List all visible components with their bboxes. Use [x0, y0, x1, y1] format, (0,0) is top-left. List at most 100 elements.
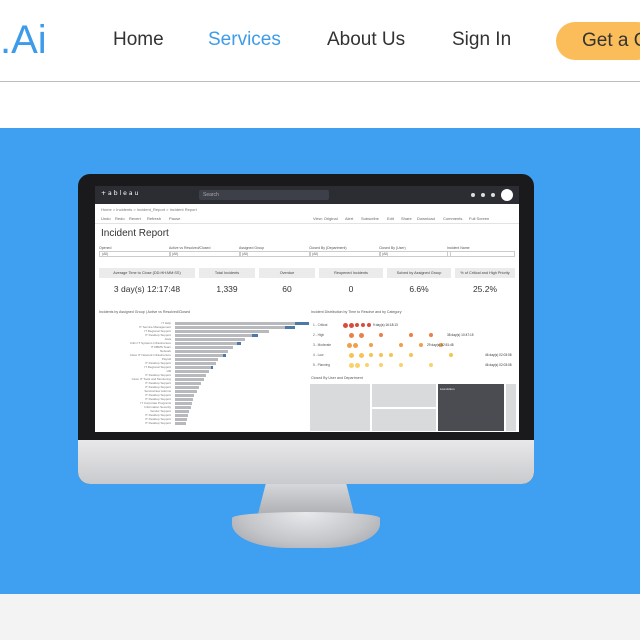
treemap-title: Closed By User and Department	[311, 376, 363, 380]
priority-dot[interactable]	[355, 363, 360, 368]
treemap-cell-highlight[interactable]: Low Action	[437, 383, 505, 432]
toolbar-undo[interactable]: Undo	[101, 216, 111, 221]
priority-dot[interactable]	[347, 343, 352, 348]
priority-dot[interactable]	[359, 353, 364, 358]
toolbar-comments[interactable]: Comments	[443, 216, 462, 221]
toolbar-download[interactable]: Download	[417, 216, 435, 221]
priority-dot[interactable]	[429, 333, 433, 337]
bar[interactable]	[175, 422, 186, 425]
treemap-cell[interactable]	[505, 383, 517, 432]
toolbar-share[interactable]: Share	[401, 216, 412, 221]
bar[interactable]	[175, 390, 197, 393]
priority-dot[interactable]	[449, 353, 453, 357]
priority-dot[interactable]	[343, 323, 348, 328]
bar[interactable]	[175, 398, 193, 401]
filter-opened[interactable]: Opened (All)	[99, 246, 171, 257]
toolbar-edit[interactable]: Edit	[387, 216, 394, 221]
priority-dot[interactable]	[349, 353, 354, 358]
filter-closed-by-user[interactable]: Closed By (User) (All)	[379, 246, 451, 257]
toolbar-refresh[interactable]: Refresh	[147, 216, 161, 221]
bar[interactable]	[175, 366, 211, 369]
treemap-label: Low Action	[440, 387, 455, 391]
bar[interactable]	[175, 406, 191, 409]
bar[interactable]	[175, 322, 295, 325]
get-a-quote-button[interactable]: Get a Q	[556, 22, 640, 60]
priority-dot[interactable]	[409, 353, 413, 357]
bar[interactable]	[175, 330, 269, 333]
bar[interactable]	[175, 378, 204, 381]
dashboard-toolbar: Undo Redo Revert Refresh Pause View: Ori…	[95, 214, 519, 224]
priority-dot[interactable]	[379, 333, 383, 337]
bar-highlight[interactable]	[285, 326, 296, 329]
bar[interactable]	[175, 370, 209, 373]
priority-dot[interactable]	[349, 363, 354, 368]
bar[interactable]	[175, 334, 252, 337]
priority-dot[interactable]	[369, 353, 373, 357]
toolbar-pause[interactable]: Pause	[169, 216, 180, 221]
toolbar-view[interactable]: View: Original	[313, 216, 338, 221]
treemap-cell[interactable]	[371, 383, 437, 408]
priority-dot[interactable]	[361, 323, 365, 327]
site-logo[interactable]: .Ai	[0, 18, 47, 63]
bar-highlight[interactable]	[223, 354, 226, 357]
filter-active-resolved[interactable]: Active vs Resolved/Closed (All)	[169, 246, 241, 257]
nav-about-us[interactable]: About Us	[327, 29, 405, 51]
bar-highlight[interactable]	[251, 334, 258, 337]
nav-home[interactable]: Home	[113, 29, 164, 51]
treemap-cell[interactable]	[371, 408, 437, 432]
priority-label: 1 - Critical	[313, 323, 328, 327]
kpi-value-total: 1,339	[216, 284, 238, 294]
filter-incident-name[interactable]: Incident Name	[447, 246, 515, 257]
bar-highlight[interactable]	[295, 322, 309, 325]
priority-dot[interactable]	[379, 363, 383, 367]
priority-dot[interactable]	[355, 323, 359, 327]
bar[interactable]	[175, 342, 238, 345]
treemap-cell[interactable]	[309, 383, 371, 432]
nav-services[interactable]: Services	[208, 29, 281, 51]
priority-dot[interactable]	[349, 333, 354, 338]
priority-dot[interactable]	[379, 353, 383, 357]
bar[interactable]	[175, 346, 233, 349]
bar[interactable]	[175, 382, 202, 385]
priority-dot[interactable]	[365, 363, 369, 367]
toolbar-subscribe[interactable]: Subscribe	[361, 216, 379, 221]
alert-icon[interactable]	[471, 193, 475, 197]
settings-icon[interactable]	[481, 193, 485, 197]
priority-dot[interactable]	[389, 353, 393, 357]
bar[interactable]	[175, 414, 189, 417]
bar[interactable]	[175, 362, 216, 365]
bar[interactable]	[175, 350, 228, 353]
priority-dot[interactable]	[399, 363, 403, 367]
bar[interactable]	[175, 326, 286, 329]
avatar[interactable]	[501, 189, 513, 201]
priority-dot[interactable]	[369, 343, 373, 347]
bar[interactable]	[175, 418, 187, 421]
bar-highlight[interactable]	[237, 342, 242, 345]
bar-highlight[interactable]	[211, 366, 213, 369]
bar[interactable]	[175, 402, 192, 405]
priority-dot[interactable]	[353, 343, 358, 348]
priority-dot[interactable]	[429, 363, 433, 367]
toolbar-alert[interactable]: Alert	[345, 216, 353, 221]
filter-closed-by-department[interactable]: Closed By (Department) (All)	[309, 246, 381, 257]
toolbar-redo[interactable]: Redo	[115, 216, 125, 221]
bar[interactable]	[175, 394, 195, 397]
bar[interactable]	[175, 386, 199, 389]
dashboard-search-input[interactable]: Search	[199, 190, 329, 200]
priority-dot[interactable]	[419, 343, 423, 347]
bar[interactable]	[175, 374, 207, 377]
help-icon[interactable]	[491, 193, 495, 197]
toolbar-fullscreen[interactable]: Full Screen	[469, 216, 489, 221]
priority-dot[interactable]	[399, 343, 403, 347]
priority-dot[interactable]	[359, 333, 364, 338]
nav-sign-in[interactable]: Sign In	[452, 29, 511, 51]
bar[interactable]	[175, 354, 223, 357]
bar[interactable]	[175, 410, 190, 413]
priority-dot[interactable]	[409, 333, 413, 337]
toolbar-revert[interactable]: Revert	[129, 216, 141, 221]
priority-dot[interactable]	[367, 323, 371, 327]
bar[interactable]	[175, 338, 245, 341]
priority-dot[interactable]	[349, 323, 354, 328]
filter-assigned-group[interactable]: Assigned Group (All)	[239, 246, 311, 257]
bar[interactable]	[175, 358, 219, 361]
